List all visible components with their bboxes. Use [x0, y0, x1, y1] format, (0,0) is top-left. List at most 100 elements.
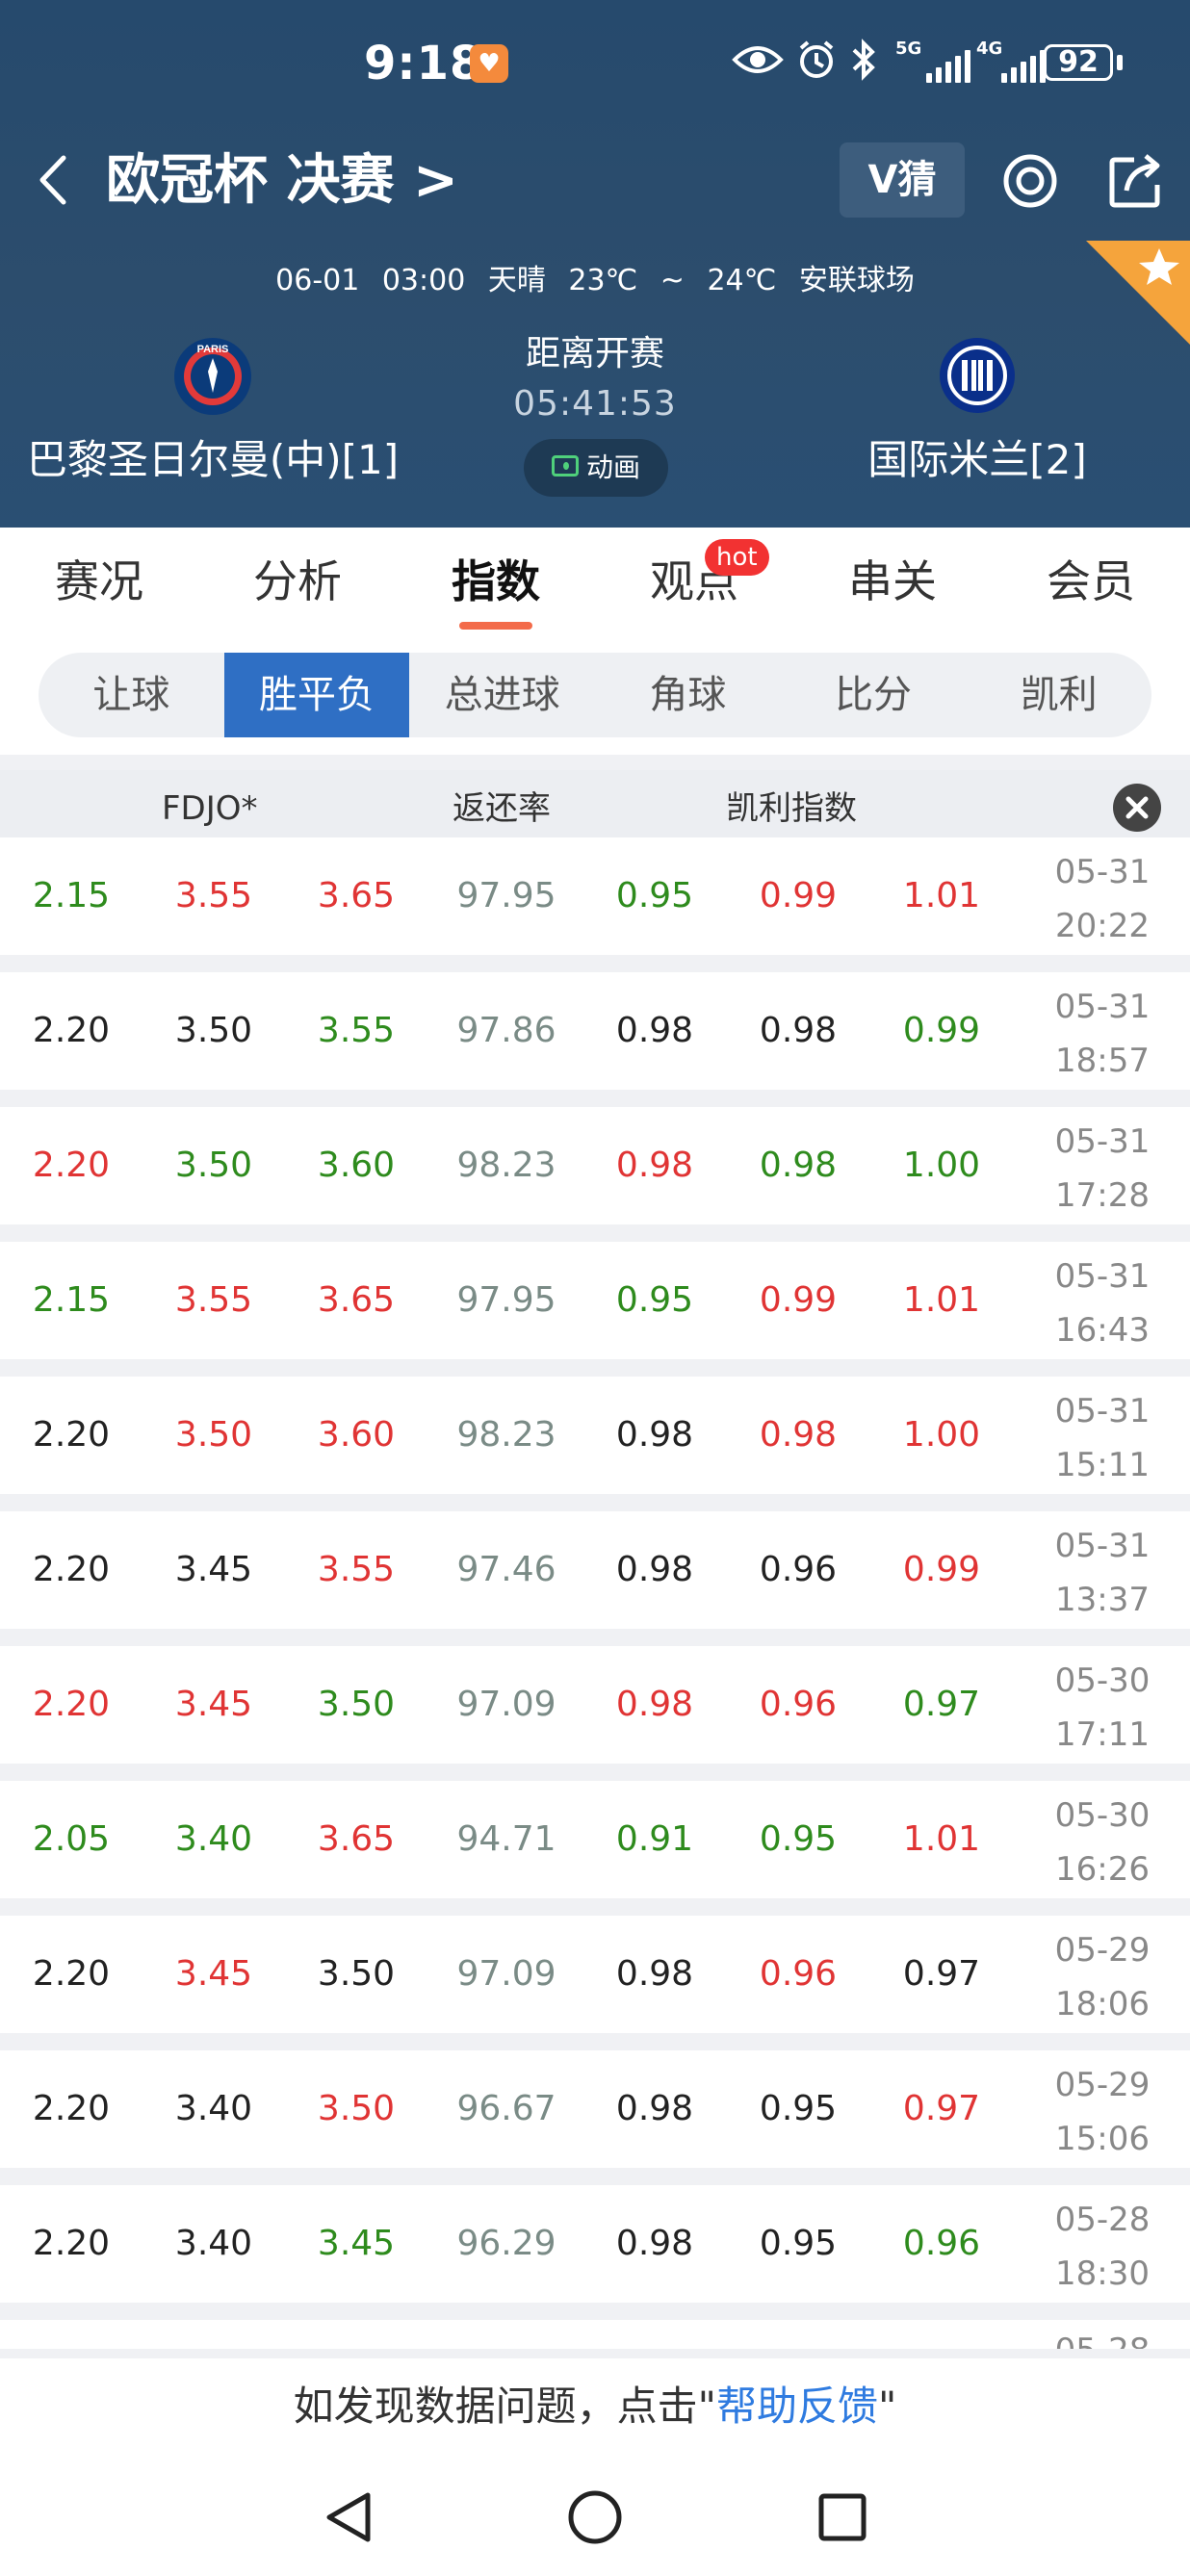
kelly-away: 1.01 — [902, 1819, 981, 1859]
odds-home: 2.20 — [32, 1146, 111, 1185]
kelly-away: 0.97 — [902, 1954, 981, 1994]
animation-button[interactable]: 动画 — [524, 439, 668, 497]
update-time: 05-31 18:57 — [1040, 980, 1165, 1088]
target-button[interactable] — [1001, 152, 1059, 210]
header-fdjo: FDJO* — [162, 789, 258, 828]
update-date: 05-30 — [1054, 1796, 1151, 1835]
network-type-label: 5G — [895, 39, 922, 59]
odds-home: 2.20 — [32, 1954, 111, 1994]
odds-away: 3.50 — [317, 2089, 396, 2128]
odds-draw: 3.50 — [174, 1415, 253, 1455]
table-row[interactable]: 2.15 3.55 3.65 97.95 0.95 0.99 1.01 05-31 20:22 — [0, 837, 1190, 955]
odds-table: FDJO* 返还率 凯利指数 — [0, 770, 1190, 837]
table-row[interactable]: 2.20 3.40 3.45 96.29 0.98 0.95 0.96 05-28 18:30 — [0, 2185, 1190, 2303]
return-rate: 97.09 — [456, 1685, 556, 1724]
table-row[interactable]: 2.20 3.45 3.55 97.46 0.98 0.96 0.99 05-31 13:37 — [0, 1511, 1190, 1629]
table-row[interactable]: 2.20 3.50 3.55 97.86 0.98 0.98 0.99 05-31 18:57 — [0, 972, 1190, 1090]
odds-home: 2.20 — [32, 1011, 111, 1050]
nav-back-button[interactable] — [295, 2464, 401, 2570]
update-time: 05-31 17:28 — [1040, 1115, 1165, 1223]
return-rate: 98.23 — [456, 1415, 556, 1455]
table-row[interactable]: 2.20 3.40 3.50 96.67 0.98 0.95 0.97 05-29 15:06 — [0, 2050, 1190, 2168]
kelly-away: 1.01 — [902, 1280, 981, 1320]
kelly-home: 0.98 — [615, 2224, 694, 2263]
kelly-home: 0.98 — [615, 2089, 694, 2128]
back-icon — [39, 155, 66, 205]
home-team-name[interactable]: 巴黎圣日尔曼(中)[1] — [0, 433, 426, 487]
kelly-draw: 0.98 — [759, 1415, 838, 1455]
subtab-corners[interactable]: 角球 — [595, 653, 781, 737]
update-clock: 20:22 — [1055, 907, 1150, 945]
target-icon — [1003, 154, 1057, 208]
match-info: 06-01 03:00 天晴 23℃ ~ 24℃ 安联球场 — [275, 264, 915, 297]
close-button[interactable] — [1113, 784, 1161, 832]
subtab-win-draw-loss[interactable]: 胜平负 — [223, 653, 410, 737]
update-clock: 17:11 — [1055, 1715, 1150, 1754]
kelly-draw: 0.99 — [759, 876, 838, 915]
header-kelly-index: 凯利指数 — [726, 789, 857, 828]
tab-label: 赛况 — [55, 555, 143, 607]
update-time: 05-31 16:43 — [1040, 1249, 1165, 1357]
update-time: 05-29 15:06 — [1040, 2058, 1165, 2166]
table-row[interactable]: 2.20 3.50 3.60 98.23 0.98 0.98 1.00 05-31 17:28 — [0, 1107, 1190, 1224]
kelly-draw: 0.96 — [759, 1954, 838, 1994]
feedback-suffix: " — [878, 2383, 897, 2430]
tab-analysis[interactable]: 分析 — [198, 528, 397, 635]
feedback-link[interactable]: 帮助反馈 — [716, 2383, 878, 2430]
odds-away: 3.60 — [317, 1146, 396, 1185]
tab-parlay[interactable]: 串关 — [793, 528, 992, 635]
odds-home: 2.20 — [32, 1685, 111, 1724]
update-time: 05-31 20:22 — [1040, 845, 1165, 953]
kelly-home: 0.98 — [615, 1011, 694, 1050]
return-rate: 96.67 — [456, 2089, 556, 2128]
eye-icon — [732, 39, 784, 81]
v-guess-button[interactable]: V猜 — [840, 142, 965, 218]
table-header: FDJO* 返还率 凯利指数 — [0, 770, 1190, 837]
update-clock: 16:43 — [1055, 1311, 1150, 1350]
nav-home-button[interactable] — [542, 2464, 648, 2570]
update-time: 05-30 17:11 — [1040, 1654, 1165, 1762]
kelly-away: 0.96 — [902, 2224, 981, 2263]
table-row[interactable]: 2.15 3.55 3.65 97.95 0.95 0.99 1.01 05-31 16:43 — [0, 1242, 1190, 1359]
table-row[interactable]: 2.20 3.50 3.60 98.23 0.98 0.98 1.00 05-31 15:11 — [0, 1377, 1190, 1494]
table-row-partial: 05-28 — [0, 2320, 1190, 2349]
away-team-name[interactable]: 国际米兰[2] — [828, 433, 1126, 487]
return-rate: 97.95 — [456, 876, 556, 915]
subtab-kelly[interactable]: 凯利 — [966, 653, 1151, 737]
tab-odds[interactable]: 指数 — [397, 528, 595, 635]
tab-membership[interactable]: 会员 — [992, 528, 1190, 635]
kelly-draw: 0.96 — [759, 1685, 838, 1724]
subtab-total-goals[interactable]: 总进球 — [409, 653, 595, 737]
odds-draw: 3.40 — [174, 2089, 253, 2128]
update-time: 05-29 18:06 — [1040, 1923, 1165, 2031]
subtab-handicap[interactable]: 让球 — [39, 653, 224, 737]
return-rate: 97.95 — [456, 1280, 556, 1320]
app-screen: 9:18 ♥ 5G 4G 92 欧冠杯 决赛 > V猜 06-01 03:00 … — [0, 0, 1190, 2576]
close-icon — [1125, 796, 1149, 819]
tab-label: 串关 — [848, 555, 937, 607]
update-time: 05-28 18:30 — [1040, 2193, 1165, 2301]
page-title[interactable]: 欧冠杯 决赛 > — [106, 144, 458, 218]
back-button[interactable] — [31, 146, 85, 214]
nav-recent-button[interactable] — [789, 2464, 895, 2570]
update-date: 05-31 — [1054, 853, 1151, 891]
odds-home: 2.20 — [32, 1550, 111, 1589]
table-row[interactable]: 2.05 3.40 3.65 94.71 0.91 0.95 1.01 05-30 16:26 — [0, 1781, 1190, 1898]
return-rate: 98.23 — [456, 1146, 556, 1185]
kelly-draw: 0.98 — [759, 1146, 838, 1185]
tab-label: 指数 — [452, 555, 540, 607]
share-button[interactable] — [1107, 150, 1167, 210]
countdown-label: 距离开赛 — [525, 334, 664, 374]
tab-match-status[interactable]: 赛况 — [0, 528, 198, 635]
odds-draw: 3.55 — [174, 1280, 253, 1320]
home-team-logo: PARIS — [173, 337, 252, 416]
share-icon — [1109, 154, 1160, 208]
feedback-text: 如发现数据问题，点击"帮助反馈" — [0, 2358, 1190, 2455]
update-time: 05-31 15:11 — [1040, 1384, 1165, 1492]
table-row[interactable]: 2.20 3.45 3.50 97.09 0.98 0.96 0.97 05-29 18:06 — [0, 1916, 1190, 2033]
subtab-score[interactable]: 比分 — [781, 653, 967, 737]
kelly-away: 1.01 — [902, 876, 981, 915]
odds-draw: 3.40 — [174, 1819, 253, 1859]
update-clock: 13:37 — [1055, 1581, 1150, 1619]
table-row[interactable]: 2.20 3.45 3.50 97.09 0.98 0.96 0.97 05-30 17:11 — [0, 1646, 1190, 1764]
